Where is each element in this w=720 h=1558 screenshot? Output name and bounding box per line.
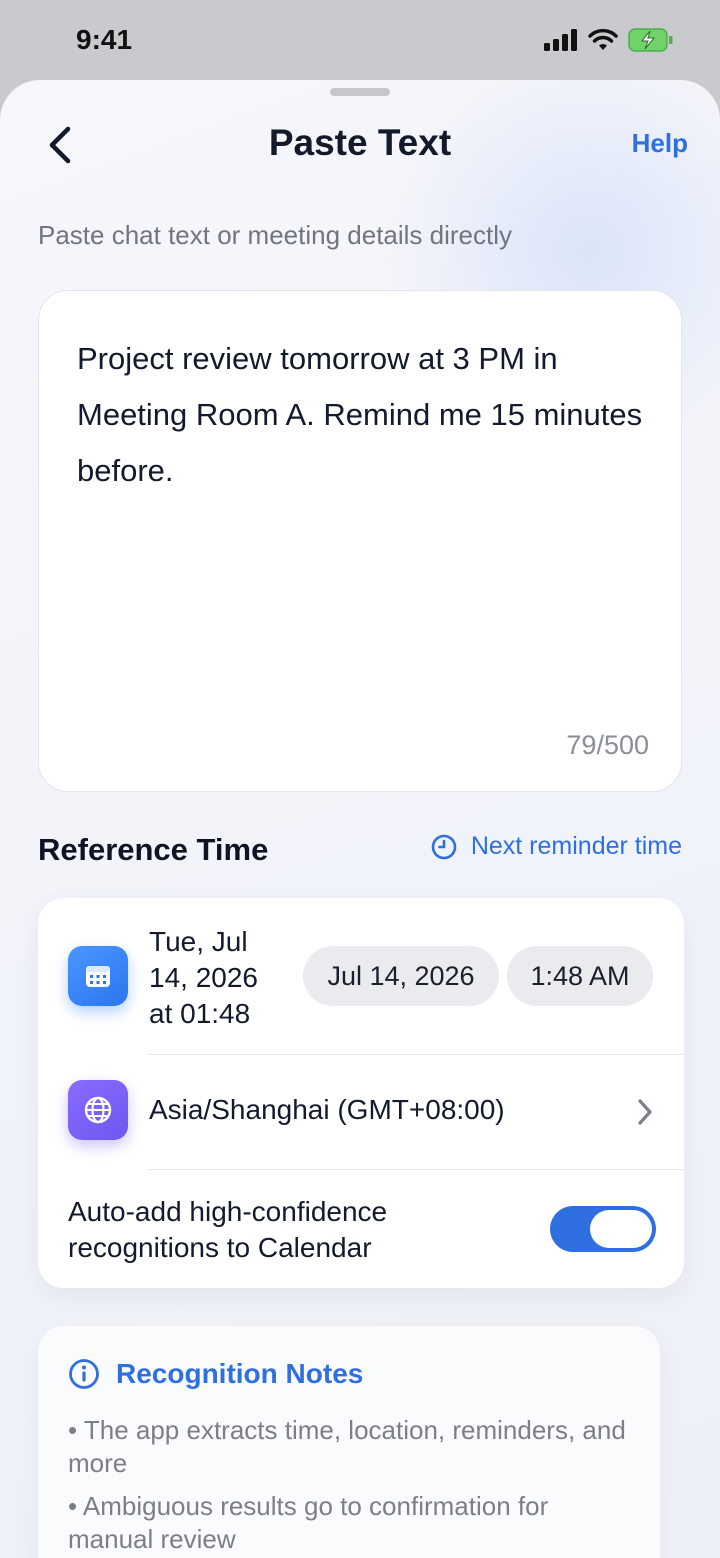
sheet-grabber[interactable] [330, 88, 390, 96]
page-title: Paste Text [268, 122, 452, 163]
notes-title: Recognition Notes [116, 1358, 364, 1389]
note-item: • Ambiguous results go to confirmation f… [68, 1491, 549, 1554]
reference-datetime-summary: Tue, Jul 14, 2026 at 01:48 [149, 926, 258, 1029]
reference-time-card: Tue, Jul 14, 2026 at 01:48 Jul 14, 2026 … [38, 898, 684, 1288]
paste-text-sheet: Paste Text Help Paste chat text or meeti… [0, 80, 720, 1558]
toggle-knob [590, 1210, 652, 1248]
paste-text-area[interactable]: Project review tomorrow at 3 PM in Meeti… [38, 290, 682, 792]
calendar-icon [68, 946, 128, 1006]
status-time: 9:41 [76, 24, 133, 55]
recognition-notes-card: Recognition Notes • The app extracts tim… [38, 1326, 660, 1558]
date-picker-pill[interactable]: Jul 14, 2026 [303, 946, 499, 1006]
pasted-text[interactable]: Project review tomorrow at 3 PM in Meeti… [77, 331, 657, 499]
status-icons [544, 28, 674, 52]
row-divider [148, 1169, 684, 1170]
auto-add-label: Auto-add high-confidence recognitions to… [68, 1196, 388, 1263]
info-icon [69, 1359, 99, 1389]
help-button[interactable]: Help [632, 128, 688, 159]
time-picker-pill[interactable]: 1:48 AM [507, 946, 653, 1006]
battery-charging-icon [628, 28, 673, 52]
reference-time-heading: Reference Time [38, 832, 269, 867]
cellular-signal-icon [544, 29, 577, 51]
globe-icon [68, 1080, 128, 1140]
timezone-label: Asia/Shanghai (GMT+08:00) [149, 1094, 505, 1125]
chevron-right-icon [638, 1099, 652, 1125]
clock-icon [431, 834, 457, 859]
note-item: • The app extracts time, location, remin… [68, 1415, 626, 1478]
page-subtitle: Paste chat text or meeting details direc… [38, 220, 513, 250]
next-reminder-time-button[interactable]: Next reminder time [431, 832, 682, 861]
next-reminder-label: Next reminder time [470, 832, 682, 860]
notes-header: Recognition Notes [68, 1358, 363, 1390]
auto-add-toggle[interactable] [550, 1206, 656, 1252]
row-divider [148, 1054, 684, 1055]
status-bar: 9:41 [0, 0, 720, 80]
character-counter: 79/500 [566, 730, 649, 760]
wifi-icon [588, 29, 618, 50]
